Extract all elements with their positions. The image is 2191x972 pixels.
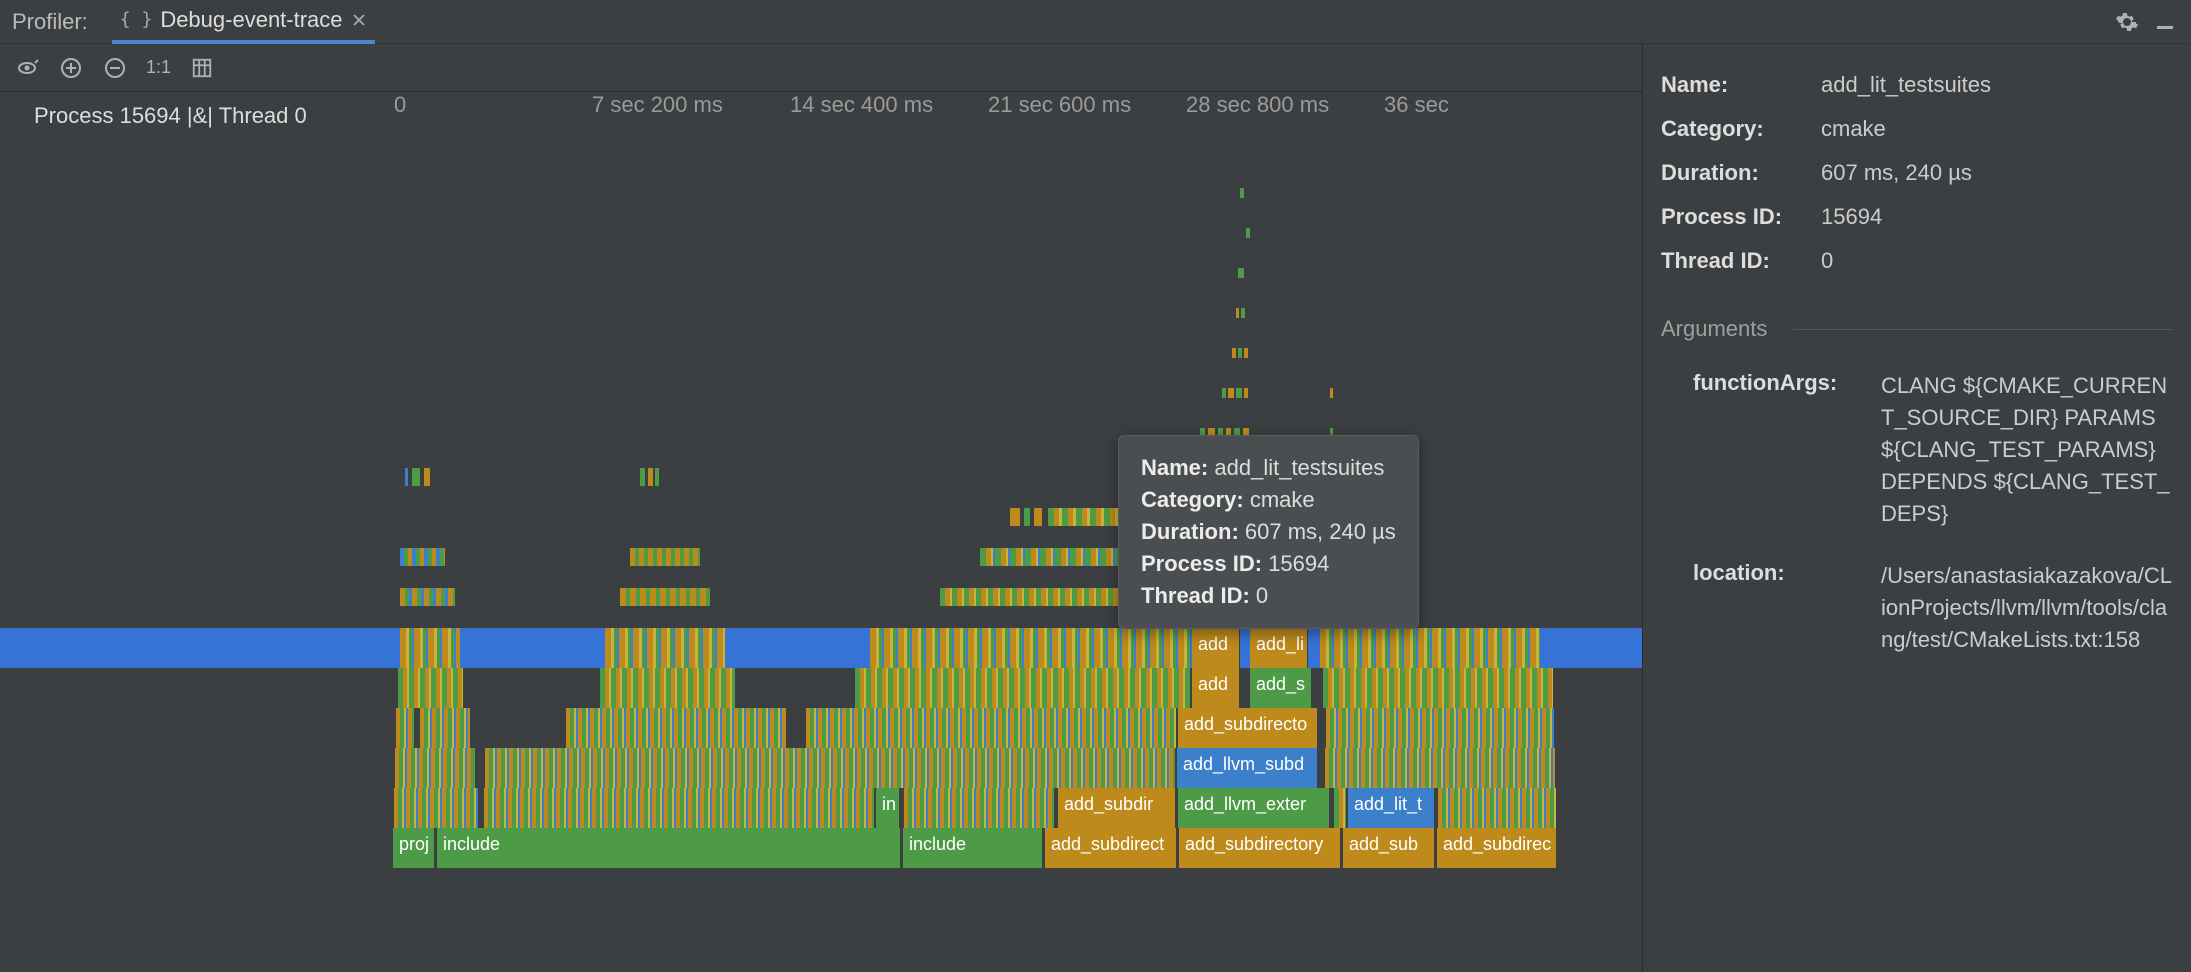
ruler-tick: 14 sec 400 ms xyxy=(790,92,988,140)
arguments-section-title: Arguments xyxy=(1661,316,2173,342)
focus-icon[interactable] xyxy=(14,55,40,81)
arg-functionargs-value: CLANG ${CMAKE_CURRENT_SOURCE_DIR} PARAMS… xyxy=(1881,370,2173,530)
flame-block[interactable] xyxy=(394,788,478,828)
flame-block[interactable]: proj xyxy=(393,828,435,868)
arg-location-key: location: xyxy=(1693,560,1881,656)
arg-location-link[interactable]: /Users/anastasiakazakova/CLionProjects/l… xyxy=(1881,560,2173,656)
details-name-key: Name: xyxy=(1661,72,1821,98)
flame-block[interactable]: add_subdir xyxy=(1058,788,1176,828)
flame-block[interactable]: add_li xyxy=(1250,628,1308,668)
tooltip-duration-value: 607 ms, 240 µs xyxy=(1245,519,1396,544)
tab-debug-event-trace[interactable]: { } Debug-event-trace xyxy=(112,0,375,44)
gear-icon[interactable] xyxy=(2113,8,2141,36)
flame-block[interactable]: add xyxy=(1192,668,1240,708)
details-category-key: Category: xyxy=(1661,116,1821,142)
flame-block[interactable] xyxy=(1438,788,1556,828)
details-duration-value: 607 ms, 240 µs xyxy=(1821,160,2173,186)
zoom-out-icon[interactable] xyxy=(102,55,128,81)
flame-block[interactable]: add xyxy=(1192,628,1240,668)
table-icon[interactable] xyxy=(189,55,215,81)
flame-block[interactable] xyxy=(400,628,460,668)
tooltip-category-key: Category: xyxy=(1141,487,1244,512)
flame-block[interactable]: add_lit_t xyxy=(1348,788,1434,828)
flame-block[interactable] xyxy=(605,628,725,668)
flame-block[interactable]: add_sub xyxy=(1343,828,1435,868)
flame-block[interactable]: add_subdirec xyxy=(1437,828,1557,868)
tooltip-name-key: Name: xyxy=(1141,455,1208,480)
arg-functionargs-key: functionArgs: xyxy=(1693,370,1881,530)
time-ruler: 0 7 sec 200 ms 14 sec 400 ms 21 sec 600 … xyxy=(394,92,1642,140)
details-tid-value: 0 xyxy=(1821,248,2173,274)
close-icon[interactable] xyxy=(351,12,367,28)
flame-block[interactable]: include xyxy=(903,828,1043,868)
details-pid-key: Process ID: xyxy=(1661,204,1821,230)
flame-block[interactable] xyxy=(484,788,874,828)
minimize-icon[interactable] xyxy=(2151,8,2179,36)
flame-block[interactable]: in xyxy=(876,788,900,828)
hover-tooltip: Name: add_lit_testsuites Category: cmake… xyxy=(1118,435,1419,629)
ruler-tick: 21 sec 600 ms xyxy=(988,92,1186,140)
flame-block[interactable] xyxy=(806,708,1176,748)
tooltip-category-value: cmake xyxy=(1250,487,1315,512)
toolwindow-title: Profiler: xyxy=(12,9,88,35)
flame-block[interactable] xyxy=(904,788,1054,828)
flame-block[interactable] xyxy=(870,628,1190,668)
flame-block[interactable] xyxy=(420,708,470,748)
flame-block[interactable] xyxy=(1323,668,1553,708)
zoom-reset-button[interactable]: 1:1 xyxy=(146,57,171,78)
flame-block[interactable]: add_llvm_subd xyxy=(1177,748,1317,788)
flame-block[interactable]: add_subdirecto xyxy=(1178,708,1318,748)
flame-block[interactable] xyxy=(398,668,463,708)
ruler-tick: 7 sec 200 ms xyxy=(592,92,790,140)
flame-block[interactable] xyxy=(600,668,735,708)
flame-block[interactable] xyxy=(566,708,786,748)
details-category-value: cmake xyxy=(1821,116,2173,142)
flame-block[interactable]: add_llvm_exter xyxy=(1178,788,1330,828)
braces-icon: { } xyxy=(120,9,153,30)
flame-block[interactable]: add_subdirectory xyxy=(1179,828,1341,868)
tooltip-duration-key: Duration: xyxy=(1141,519,1239,544)
flame-chart[interactable]: 0 7 sec 200 ms 14 sec 400 ms 21 sec 600 … xyxy=(0,140,1642,972)
flame-block[interactable] xyxy=(1320,628,1540,668)
flame-block[interactable] xyxy=(1326,708,1554,748)
tooltip-pid-value: 15694 xyxy=(1268,551,1329,576)
flame-block[interactable] xyxy=(1334,788,1346,828)
profiler-sub-toolbar: 1:1 xyxy=(0,44,1642,92)
details-pid-value: 15694 xyxy=(1821,204,2173,230)
ruler-tick: 28 sec 800 ms xyxy=(1186,92,1384,140)
flame-block[interactable]: add_s xyxy=(1250,668,1312,708)
flame-block[interactable] xyxy=(1325,748,1555,788)
flame-block[interactable] xyxy=(855,668,1190,708)
process-thread-label: Process 15694 |&| Thread 0 xyxy=(34,103,307,129)
flame-block[interactable]: add_subdirect xyxy=(1045,828,1177,868)
tooltip-pid-key: Process ID: xyxy=(1141,551,1262,576)
tooltip-tid-key: Thread ID: xyxy=(1141,583,1250,608)
ruler-tick: 0 xyxy=(394,92,592,140)
flame-block[interactable] xyxy=(395,748,475,788)
ruler-tick: 36 sec xyxy=(1384,92,1582,140)
details-tid-key: Thread ID: xyxy=(1661,248,1821,274)
zoom-in-icon[interactable] xyxy=(58,55,84,81)
flame-block[interactable]: include xyxy=(437,828,901,868)
tooltip-tid-value: 0 xyxy=(1256,583,1268,608)
toolwindow-header: Profiler: { } Debug-event-trace xyxy=(0,0,2191,44)
flame-block[interactable] xyxy=(396,708,414,748)
details-panel: Name: add_lit_testsuites Category: cmake… xyxy=(1643,44,2191,972)
details-name-value: add_lit_testsuites xyxy=(1821,72,2173,98)
tooltip-name-value: add_lit_testsuites xyxy=(1214,455,1384,480)
flame-block[interactable] xyxy=(485,748,1175,788)
details-duration-key: Duration: xyxy=(1661,160,1821,186)
tab-label: Debug-event-trace xyxy=(160,7,342,33)
